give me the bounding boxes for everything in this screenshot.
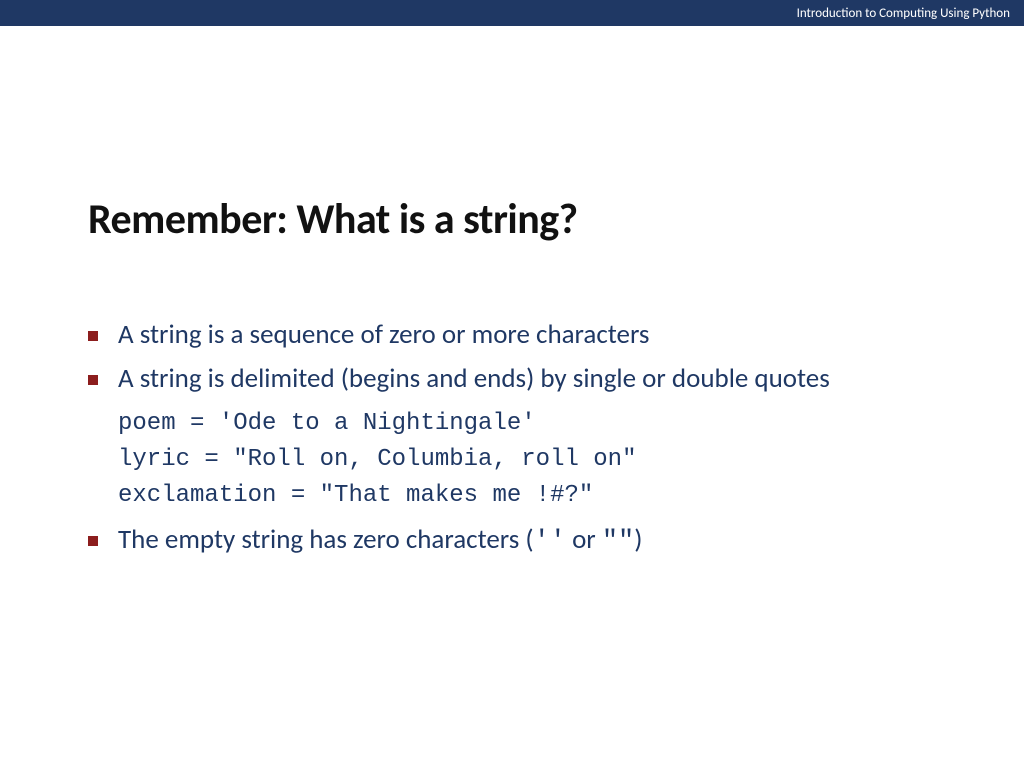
slide-content: Remember: What is a string? A string is … — [0, 26, 1024, 560]
text-part: ) — [634, 523, 642, 556]
bullet-text: A string is delimited (begins and ends) … — [118, 361, 830, 397]
bullet-text: A string is a sequence of zero or more c… — [118, 317, 649, 353]
bullet-item: A string is a sequence of zero or more c… — [88, 317, 936, 353]
code-line: poem = 'Ode to a Nightingale' — [118, 406, 936, 442]
bullet-marker-icon — [88, 536, 98, 546]
course-title: Introduction to Computing Using Python — [797, 6, 1010, 21]
bullet-text: The empty string has zero characters (''… — [118, 522, 642, 560]
bullet-list: A string is a sequence of zero or more c… — [88, 317, 936, 560]
bullet-marker-icon — [88, 375, 98, 385]
text-part: or — [566, 523, 602, 556]
bullet-item: A string is delimited (begins and ends) … — [88, 361, 936, 397]
bullet-marker-icon — [88, 331, 98, 341]
code-line: exclamation = "That makes me !#?" — [118, 478, 936, 514]
code-line: lyric = "Roll on, Columbia, roll on" — [118, 442, 936, 478]
text-part: The empty string has zero characters ( — [118, 523, 534, 556]
mono-text: "" — [602, 527, 634, 557]
mono-text: '' — [534, 527, 566, 557]
bullet-item: The empty string has zero characters (''… — [88, 522, 936, 560]
slide-title: Remember: What is a string? — [88, 194, 936, 245]
header-bar: Introduction to Computing Using Python — [0, 0, 1024, 26]
code-block: poem = 'Ode to a Nightingale' lyric = "R… — [88, 406, 936, 514]
